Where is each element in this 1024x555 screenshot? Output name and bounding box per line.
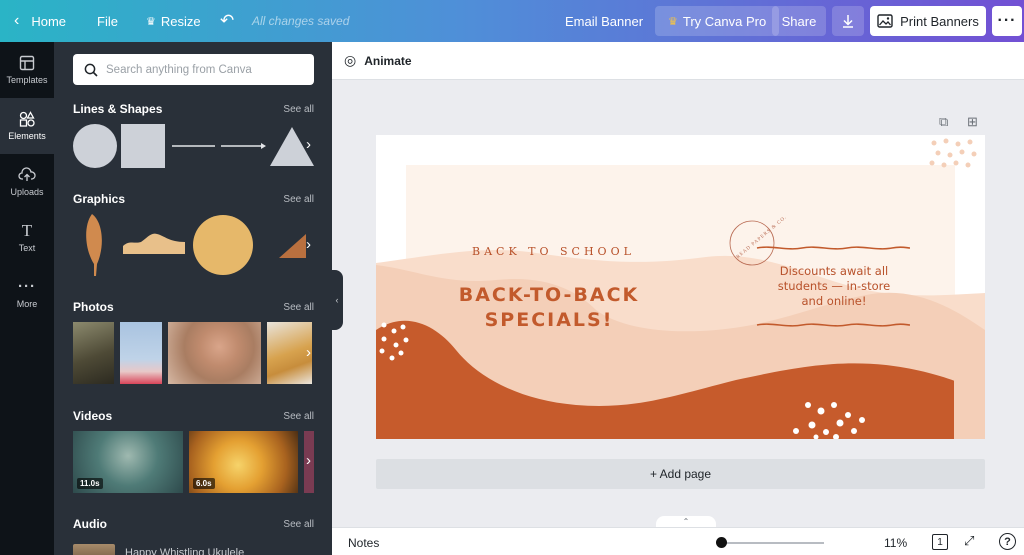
rail-item-text[interactable]: T Text	[0, 210, 54, 266]
video-duration: 6.0s	[193, 478, 215, 489]
photo-thumbnail[interactable]	[120, 322, 162, 384]
chevron-right-icon[interactable]: ›	[306, 452, 311, 469]
rail-label: Templates	[6, 75, 48, 85]
section-title-audio: Audio	[73, 517, 107, 531]
undo-icon[interactable]: ↶	[220, 6, 234, 36]
section-title-graphics: Graphics	[73, 192, 126, 206]
animate-toolbar: ◎ Animate	[332, 42, 1024, 80]
bottom-bar: Notes 11% 1 ⤢ ?	[332, 527, 1024, 555]
audio-track-title[interactable]: Happy Whistling Ukulele	[125, 547, 244, 555]
animate-icon[interactable]: ◎	[344, 52, 356, 69]
fullscreen-icon[interactable]: ⤢	[964, 533, 974, 549]
see-all-videos[interactable]: See all	[283, 411, 314, 422]
page-count-button[interactable]: 1	[932, 534, 948, 550]
search-input[interactable]	[106, 63, 306, 76]
design-canvas[interactable]: READ PAPERS & CO. BACK TO SCHOOL BACK-TO…	[376, 135, 985, 439]
chevron-right-icon[interactable]: ›	[306, 344, 311, 361]
shapes-row	[73, 124, 314, 168]
headline-text[interactable]: BACK-TO-BACK SPECIALS!	[458, 283, 640, 333]
add-page-icon[interactable]: ⊞	[967, 114, 978, 130]
see-all-lines-shapes[interactable]: See all	[283, 104, 314, 115]
discount-line-2: students — in-store	[777, 279, 891, 293]
image-icon	[877, 14, 893, 28]
section-title-lines-shapes: Lines & Shapes	[73, 102, 163, 116]
section-title-photos: Photos	[73, 300, 114, 314]
design-title[interactable]: Email Banner	[565, 6, 643, 36]
search-icon	[84, 63, 98, 77]
see-all-graphics[interactable]: See all	[283, 194, 314, 205]
discount-line-1: Discounts await all	[779, 264, 889, 278]
try-pro-button[interactable]: ♛ Try Canva Pro	[655, 6, 780, 36]
print-label: Print Banners	[900, 13, 979, 29]
rail-label: More	[16, 299, 38, 309]
hills-graphic[interactable]	[123, 233, 185, 254]
resize-button[interactable]: ♛ Resize	[146, 6, 201, 36]
more-options-button[interactable]: ···	[992, 6, 1022, 36]
elements-panel: Lines & Shapes See all › Graphics See al…	[54, 42, 332, 555]
discount-text[interactable]: Discounts await all students — in-store …	[756, 264, 912, 309]
chevron-left-icon: ‹	[14, 12, 20, 29]
template-icon	[19, 55, 35, 71]
add-page-button[interactable]: + Add page	[376, 459, 985, 489]
headline-line-2: SPECIALS!	[484, 309, 614, 331]
duplicate-page-icon[interactable]: ⧉	[939, 114, 948, 130]
chevron-right-icon[interactable]: ›	[306, 136, 311, 153]
video-duration: 11.0s	[77, 478, 103, 489]
photo-thumbnail[interactable]	[73, 322, 114, 384]
crown-icon: ♛	[146, 15, 156, 28]
upload-icon	[18, 167, 36, 181]
home-button[interactable]: ‹ Home	[14, 6, 66, 36]
photo-thumbnail[interactable]	[168, 322, 261, 384]
chevron-right-icon[interactable]: ›	[306, 236, 311, 253]
text-icon: T	[21, 221, 33, 240]
download-icon	[843, 15, 853, 28]
print-banners-button[interactable]: Print Banners	[870, 6, 986, 36]
rail-label: Uploads	[10, 187, 44, 197]
animate-button[interactable]: Animate	[364, 54, 411, 68]
home-label: Home	[31, 13, 67, 29]
circle-graphic[interactable]	[193, 215, 253, 275]
share-button[interactable]: Share	[772, 6, 826, 36]
top-bar: ‹ Home File ♛ Resize ↶ All changes saved…	[0, 0, 1024, 42]
discount-line-3: and online!	[801, 294, 867, 308]
notes-button[interactable]: Notes	[348, 536, 379, 550]
more-icon: ···	[18, 278, 36, 295]
rail-label: Text	[18, 243, 36, 253]
circle-shape[interactable]	[73, 124, 117, 168]
crown-icon: ♛	[668, 15, 678, 28]
file-menu[interactable]: File	[97, 6, 118, 36]
leaf-graphic[interactable]	[86, 214, 102, 276]
resize-label: Resize	[160, 13, 201, 29]
rail-item-templates[interactable]: Templates	[0, 42, 54, 98]
rail-item-more[interactable]: ··· More	[0, 266, 54, 322]
square-shape[interactable]	[121, 124, 165, 168]
download-button[interactable]	[832, 6, 864, 36]
see-all-photos[interactable]: See all	[283, 302, 314, 313]
shapes-icon	[19, 111, 35, 127]
save-status: All changes saved	[252, 14, 350, 28]
audio-thumbnail[interactable]	[73, 544, 115, 555]
rail-label: Elements	[8, 131, 46, 141]
section-title-videos: Videos	[73, 409, 113, 423]
zoom-level[interactable]: 11%	[884, 536, 907, 550]
zoom-slider-track[interactable]	[720, 542, 824, 544]
triangle-graphic[interactable]	[279, 234, 306, 258]
search-box[interactable]	[73, 54, 314, 85]
graphics-row	[86, 214, 306, 276]
zoom-slider-knob[interactable]	[716, 537, 727, 548]
rail-item-elements[interactable]: Elements	[0, 98, 54, 154]
see-all-audio[interactable]: See all	[283, 519, 314, 530]
side-rail: Templates Elements Uploads T Text ··· Mo…	[0, 42, 54, 555]
headline-line-1: BACK-TO-BACK	[458, 284, 640, 306]
video-thumbnail[interactable]: 6.0s	[189, 431, 298, 493]
rail-item-uploads[interactable]: Uploads	[0, 154, 54, 210]
collapse-panel-button[interactable]: ‹	[331, 270, 343, 330]
try-pro-label: Try Canva Pro	[682, 13, 767, 29]
video-thumbnail[interactable]: 11.0s	[73, 431, 183, 493]
help-button[interactable]: ?	[999, 533, 1016, 550]
back-to-school-text[interactable]: BACK TO SCHOOL	[472, 245, 635, 258]
